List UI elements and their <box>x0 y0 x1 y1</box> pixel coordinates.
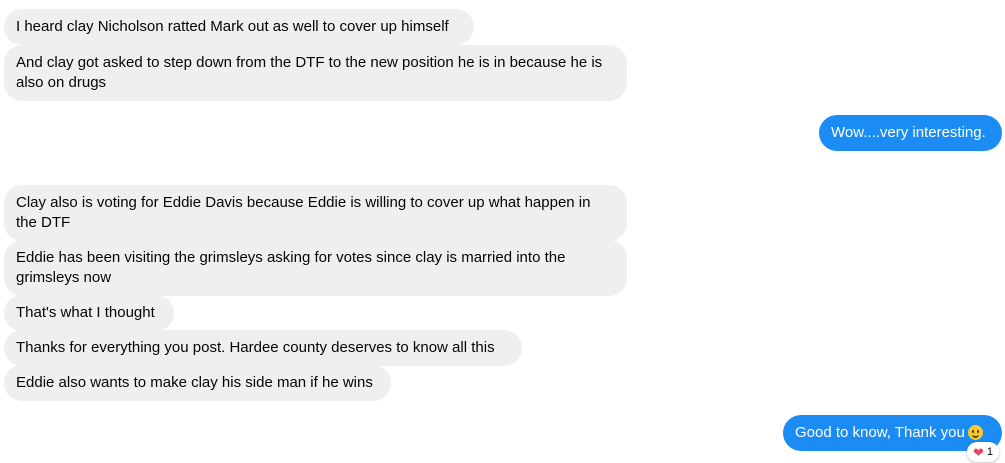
message-text: I heard clay Nicholson ratted Mark out a… <box>16 18 449 35</box>
heart-icon: ❤ <box>972 444 984 460</box>
message-reaction[interactable]: ❤ 1 <box>967 442 999 462</box>
message-text: Good to know, Thank you <box>795 424 965 441</box>
message-bubble-incoming[interactable]: Clay also is voting for Eddie Davis beca… <box>4 185 627 241</box>
message-text: Eddie also wants to make clay his side m… <box>16 374 373 391</box>
message-bubble-incoming[interactable]: I heard clay Nicholson ratted Mark out a… <box>4 9 474 45</box>
message-bubble-incoming[interactable]: Thanks for everything you post. Hardee c… <box>4 330 522 366</box>
message-text: That's what I thought <box>16 304 155 321</box>
reaction-count: 1 <box>986 446 994 458</box>
message-bubble-incoming[interactable]: Eddie has been visiting the grimsleys as… <box>4 240 627 296</box>
message-text: And clay got asked to step down from the… <box>16 54 603 91</box>
message-bubble-incoming[interactable]: That's what I thought <box>4 295 174 331</box>
message-text: Clay also is voting for Eddie Davis beca… <box>16 194 591 231</box>
message-bubble-incoming[interactable]: Eddie also wants to make clay his side m… <box>4 365 391 401</box>
message-text: Thanks for everything you post. Hardee c… <box>16 339 495 356</box>
message-text: Eddie has been visiting the grimsleys as… <box>16 249 566 286</box>
message-bubble-outgoing[interactable]: Wow....very interesting. <box>819 115 1002 151</box>
message-text: Wow....very interesting. <box>831 124 986 141</box>
message-bubble-incoming[interactable]: And clay got asked to step down from the… <box>4 45 627 101</box>
slightly-smiling-face-icon <box>967 425 983 440</box>
